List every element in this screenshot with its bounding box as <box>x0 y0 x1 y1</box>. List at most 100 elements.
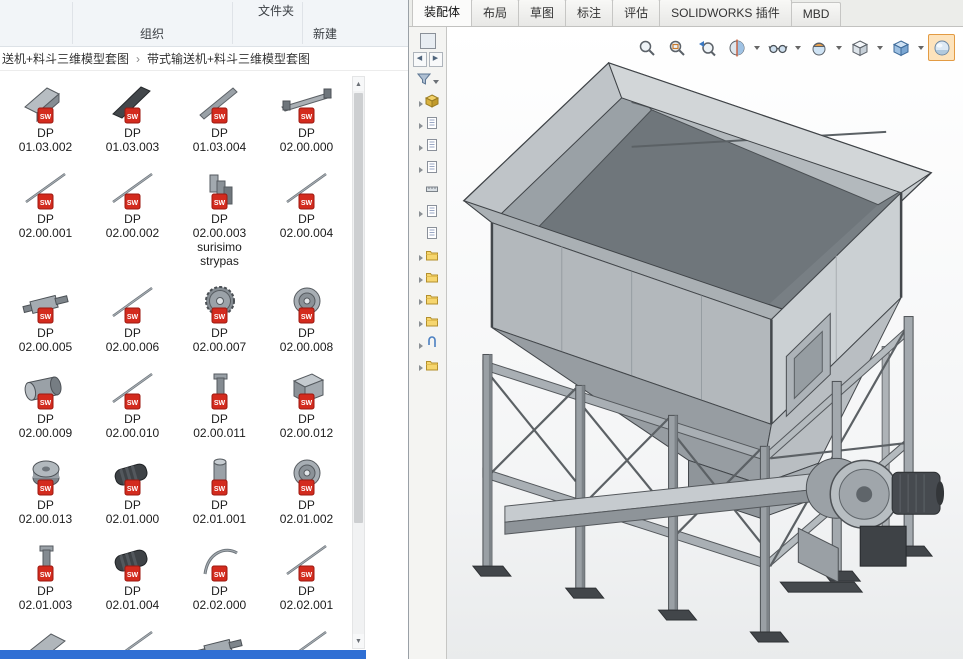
expander-arrow-icon[interactable] <box>419 277 423 283</box>
file-item[interactable]: SWDP02.00.005 <box>2 276 89 362</box>
file-name: DP02.00.002 <box>106 212 159 240</box>
expander-arrow-icon[interactable] <box>419 123 423 129</box>
file-thumbnail-hook-icon: SW <box>192 538 248 582</box>
history-doc-icon[interactable] <box>413 118 443 133</box>
expander-arrow-icon[interactable] <box>419 365 423 371</box>
component-folder-icon[interactable] <box>413 294 443 309</box>
file-item[interactable]: SWDP02.01.003 <box>2 534 89 620</box>
file-grid: SWDP01.03.002SWDP01.03.003SWDP01.03.004S… <box>2 76 352 650</box>
component-folder-icon[interactable] <box>413 272 443 287</box>
graphics-viewport[interactable] <box>447 27 963 659</box>
file-thumbnail-bracket-icon: SW <box>18 80 74 124</box>
document-icon[interactable] <box>413 206 443 221</box>
file-item[interactable]: SW <box>2 620 89 650</box>
file-item[interactable]: SW <box>176 620 263 650</box>
file-item[interactable]: SWDP02.01.000 <box>89 448 176 534</box>
hide-show-items-icon-dropdown[interactable] <box>795 46 801 50</box>
file-item[interactable]: SW DP02.00.013 <box>2 448 89 534</box>
expander-arrow-icon[interactable] <box>419 211 423 217</box>
section-view-icon-dropdown[interactable] <box>754 46 760 50</box>
file-item[interactable]: SWDP02.00.004 <box>263 162 350 276</box>
file-thumbnail-rod-icon: SW <box>192 80 248 124</box>
file-item[interactable]: SWDP02.02.001 <box>263 534 350 620</box>
file-item[interactable]: SW <box>89 620 176 650</box>
file-item[interactable]: SWDP02.00.002 <box>89 162 176 276</box>
section-view-icon[interactable] <box>723 34 750 61</box>
edit-appearance-icon-dropdown[interactable] <box>836 46 842 50</box>
file-item[interactable]: SWDP02.00.009 <box>2 362 89 448</box>
filter-icon-dropdown[interactable] <box>433 80 439 84</box>
solidworks-badge-icon: SW <box>299 194 314 209</box>
file-item[interactable]: SWDP02.00.008 <box>263 276 350 362</box>
svg-text:SW: SW <box>39 486 51 493</box>
hide-show-items-icon[interactable] <box>764 34 791 61</box>
view-settings-icon[interactable] <box>928 34 955 61</box>
file-item[interactable]: SWDP02.01.001 <box>176 448 263 534</box>
scrollbar-thumb[interactable] <box>354 93 363 523</box>
view-orientation-icon-dropdown[interactable] <box>918 46 924 50</box>
annotations-doc-icon[interactable] <box>413 162 443 177</box>
display-style-icon-dropdown[interactable] <box>877 46 883 50</box>
expander-arrow-icon[interactable] <box>419 101 423 107</box>
organize-button[interactable]: 组织 <box>140 25 164 42</box>
file-item[interactable]: SWDP02.00.010 <box>89 362 176 448</box>
previous-view-icon[interactable] <box>693 34 720 61</box>
file-item[interactable]: SWDP01.03.003 <box>89 76 176 162</box>
tab-布局[interactable]: 布局 <box>471 0 519 26</box>
tab-评估[interactable]: 评估 <box>612 0 660 26</box>
assembly-node-icon[interactable] <box>413 96 443 111</box>
tab-标注[interactable]: 标注 <box>565 0 613 26</box>
file-item[interactable]: SWDP02.02.000 <box>176 534 263 620</box>
file-item[interactable]: SWDP01.03.002 <box>2 76 89 162</box>
tab-草图[interactable]: 草图 <box>518 0 566 26</box>
plane-icon[interactable] <box>413 184 443 199</box>
explorer-vertical-scrollbar[interactable]: ▲ ▼ <box>352 76 365 649</box>
expander-arrow-icon[interactable] <box>419 167 423 173</box>
expander-arrow-icon[interactable] <box>419 145 423 151</box>
breadcrumb-parent[interactable]: 送机+料斗三维模型套图 <box>2 50 129 67</box>
scroll-down-icon[interactable]: ▼ <box>353 634 364 648</box>
view-orientation-icon[interactable] <box>887 34 914 61</box>
tab-MBD[interactable]: MBD <box>791 2 842 26</box>
sensors-doc-icon[interactable] <box>413 140 443 155</box>
component-folder-icon[interactable] <box>413 360 443 375</box>
file-item[interactable]: SWDP02.00.000 <box>263 76 350 162</box>
component-folder-icon[interactable] <box>413 250 443 265</box>
file-item[interactable]: SWDP02.01.004 <box>89 534 176 620</box>
pane-toggle-icon[interactable] <box>420 33 436 49</box>
file-item[interactable]: SWDP01.03.004 <box>176 76 263 162</box>
edit-appearance-icon[interactable] <box>805 34 832 61</box>
tab-SOLIDWORKS 插件[interactable]: SOLIDWORKS 插件 <box>659 0 792 26</box>
filter-icon[interactable] <box>413 74 443 89</box>
sw-body: ◀ ▶ <box>409 27 963 659</box>
file-item[interactable]: SWDP02.00.003surisimostrypas <box>176 162 263 276</box>
file-item[interactable]: SW <box>263 620 350 650</box>
tab-装配体[interactable]: 装配体 <box>412 0 472 26</box>
file-item[interactable]: SWDP02.00.011 <box>176 362 263 448</box>
file-name: DP02.02.000 <box>193 584 246 612</box>
file-item[interactable]: SWDP02.00.006 <box>89 276 176 362</box>
file-name: DP02.00.013 <box>19 498 72 526</box>
file-item[interactable]: SWDP02.01.002 <box>263 448 350 534</box>
file-item[interactable]: SWDP02.00.001 <box>2 162 89 276</box>
expander-arrow-icon[interactable] <box>419 299 423 305</box>
display-style-icon[interactable] <box>846 34 873 61</box>
new-folder-button[interactable]: 新建 <box>313 25 337 42</box>
tree-collapse-left-icon[interactable]: ◀ <box>413 52 427 67</box>
taskbar[interactable] <box>0 650 366 659</box>
document-icon[interactable] <box>413 228 443 243</box>
file-item[interactable]: SWDP02.00.007 <box>176 276 263 362</box>
zoom-to-fit-icon[interactable] <box>633 34 660 61</box>
expander-arrow-icon[interactable] <box>419 321 423 327</box>
tree-expand-right-icon[interactable]: ▶ <box>429 52 443 67</box>
zoom-to-area-icon[interactable] <box>663 34 690 61</box>
file-item[interactable]: SWDP02.00.012 <box>263 362 350 448</box>
expander-arrow-icon[interactable] <box>419 255 423 261</box>
expander-arrow-icon[interactable] <box>419 343 423 349</box>
ribbon-tab-folder[interactable]: 文件夹 <box>258 2 294 19</box>
breadcrumb-current[interactable]: 带式输送机+料斗三维模型套图 <box>147 50 310 67</box>
scroll-up-icon[interactable]: ▲ <box>353 77 364 91</box>
mates-clip-icon[interactable] <box>413 338 443 353</box>
component-folder-icon[interactable] <box>413 316 443 331</box>
viewport-3d-model[interactable] <box>447 27 963 659</box>
